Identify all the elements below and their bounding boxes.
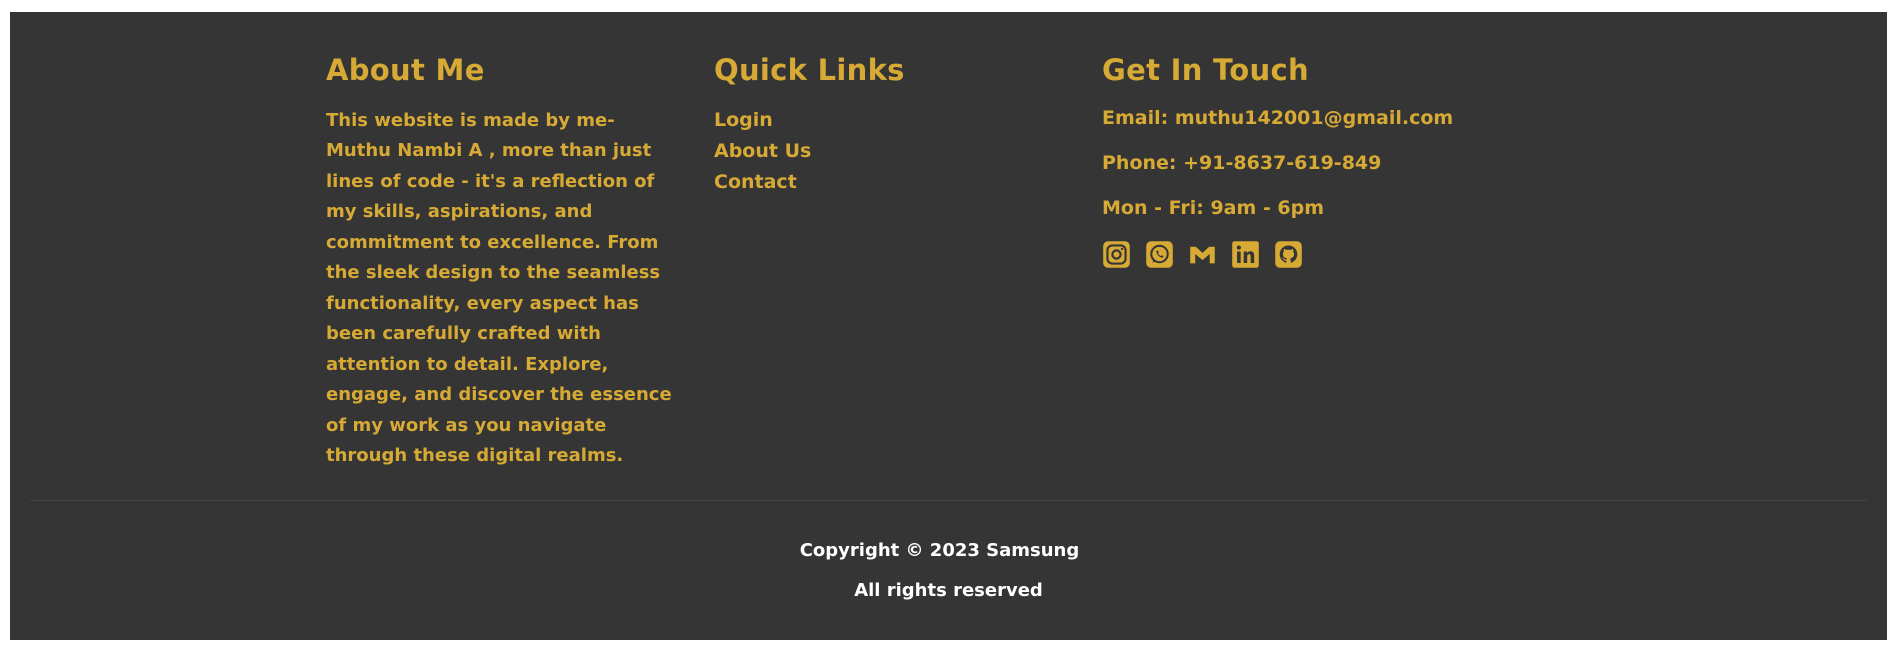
quick-links-section: Quick Links Login About Us Contact [714, 52, 1074, 198]
contact-email: Email: muthu142001@gmail.com [1102, 106, 1454, 129]
contact-hours: Mon - Fri: 9am - 6pm [1102, 196, 1325, 219]
footer-divider [30, 500, 1867, 501]
link-contact[interactable]: Contact [714, 167, 1074, 198]
social-icons [1102, 240, 1522, 269]
linkedin-icon[interactable] [1231, 240, 1260, 269]
about-section: About Me This website is made by me- Mut… [326, 52, 696, 472]
contact-heading: Get In Touch [1102, 53, 1309, 87]
copyright-text: Copyright © 2023 Samsung [799, 540, 1080, 561]
quick-links-heading: Quick Links [714, 53, 905, 87]
instagram-icon[interactable] [1102, 240, 1131, 269]
about-text: This website is made by me- Muthu Nambi … [326, 109, 672, 467]
site-footer: About Me This website is made by me- Mut… [10, 12, 1887, 640]
contact-phone: Phone: +91-8637-619-849 [1102, 151, 1382, 174]
about-heading: About Me [326, 53, 485, 87]
contact-section: Get In Touch Email: muthu142001@gmail.co… [1102, 52, 1522, 269]
gmail-icon[interactable] [1188, 240, 1217, 269]
github-icon[interactable] [1274, 240, 1303, 269]
rights-reserved-text: All rights reserved [854, 580, 1043, 601]
link-about-us[interactable]: About Us [714, 136, 1074, 167]
whatsapp-icon[interactable] [1145, 240, 1174, 269]
quick-links-list: Login About Us Contact [714, 105, 1074, 198]
link-login[interactable]: Login [714, 105, 1074, 136]
